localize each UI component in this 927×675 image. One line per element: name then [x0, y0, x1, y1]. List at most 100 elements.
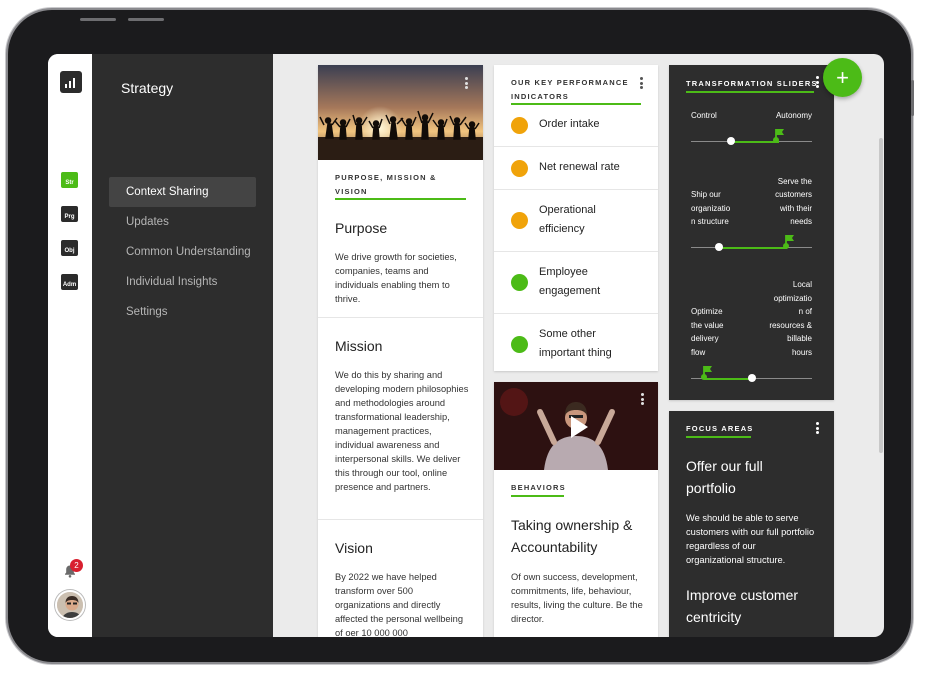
- section-title-vision: Vision: [335, 540, 373, 556]
- rail-item-strategy[interactable]: Str: [61, 172, 78, 188]
- avatar[interactable]: [55, 590, 85, 620]
- status-dot-icon: [511, 212, 528, 229]
- slider-left-label: organizatio: [691, 203, 731, 213]
- behavior-title: Accountability: [511, 539, 598, 555]
- label-underline: [335, 198, 466, 200]
- tablet-top-button: [128, 18, 164, 21]
- slider-left-label: Ship our: [691, 190, 721, 199]
- section-text-mission: We do this by sharing and developing mod…: [335, 370, 469, 492]
- label-underline: [686, 436, 751, 438]
- label-underline: [686, 91, 814, 93]
- section-title-mission: Mission: [335, 338, 383, 354]
- kpi-name: efficiency: [539, 223, 585, 235]
- tablet-top-button: [80, 18, 116, 21]
- slider-right-label: Serve the: [777, 177, 812, 186]
- slider-current-knob[interactable]: [715, 243, 723, 251]
- focus-area-title: Offer our full: [686, 458, 763, 474]
- slider-right-label: Local: [792, 280, 812, 289]
- add-button[interactable]: +: [823, 58, 862, 97]
- divider: [318, 317, 483, 318]
- sidebar-title: Strategy: [121, 80, 174, 96]
- card-label: BEHAVIORS: [511, 483, 566, 492]
- section-text-purpose: We drive growth for societies, companies…: [335, 252, 457, 304]
- label-underline: [511, 495, 564, 497]
- kpi-name: Operational: [539, 204, 596, 216]
- tablet-side-button: [911, 80, 914, 116]
- purpose-mission-vision-card: PURPOSE, MISSION & VISION Purpose We dri…: [318, 65, 483, 637]
- slider-right-label: hours: [791, 347, 812, 357]
- kpi-name: Some other: [539, 328, 596, 340]
- slider-left-label: the value: [691, 320, 724, 330]
- card-label: PURPOSE, MISSION & VISION: [335, 173, 437, 196]
- slider-right-label: customers: [775, 190, 812, 199]
- card-menu-icon[interactable]: [640, 393, 644, 405]
- behavior-text: Of own success, development, commitments…: [511, 572, 643, 624]
- card-menu-icon[interactable]: [815, 422, 819, 434]
- kpi-item[interactable]: Net renewal rate: [494, 147, 658, 190]
- play-icon[interactable]: [569, 415, 589, 439]
- status-dot-icon: [511, 117, 528, 134]
- slider-left-label: n structure: [691, 217, 729, 226]
- scrollbar[interactable]: [879, 138, 883, 453]
- kpi-item[interactable]: Some other important thing: [494, 314, 658, 371]
- kpi-name: engagement: [539, 285, 601, 297]
- behavior-title: Taking ownership &: [511, 517, 633, 533]
- section-text-vision: By 2022 we have helped transform over 50…: [335, 572, 464, 637]
- slider-left-label: flow: [691, 347, 706, 357]
- icon-rail: Str Prg Obj Adm 2: [48, 54, 92, 637]
- tablet-frame: Str Prg Obj Adm 2 Strategy Context Shari…: [8, 10, 914, 662]
- slider-range: [719, 246, 787, 249]
- card-menu-icon[interactable]: [815, 76, 819, 88]
- slider-left-label: delivery: [691, 334, 719, 343]
- target-flag-icon[interactable]: [700, 364, 714, 380]
- slider-left-label: Optimize: [691, 307, 723, 316]
- card-menu-icon[interactable]: [464, 77, 468, 89]
- rail-item-objectives[interactable]: Obj: [61, 240, 78, 256]
- transformation-sliders-card: TRANSFORMATION SLIDERS Control Autonomy …: [669, 65, 834, 400]
- focus-area-title: portfolio: [686, 480, 736, 496]
- notification-badge: 2: [70, 559, 83, 572]
- target-flag-icon[interactable]: [772, 127, 786, 143]
- slider-current-knob[interactable]: [748, 374, 756, 382]
- kpi-name: Employee: [539, 266, 588, 278]
- slider-right-label: with their: [779, 203, 812, 213]
- card-label: TRANSFORMATION SLIDERS: [686, 79, 818, 88]
- focus-area-title: centricity: [686, 609, 742, 625]
- rail-item-programs[interactable]: Prg: [61, 206, 78, 222]
- divider: [318, 519, 483, 520]
- focus-areas-card: FOCUS AREAS Offer our full portfolio We …: [669, 411, 834, 637]
- sidebar-item-context-sharing[interactable]: Context Sharing: [109, 177, 256, 207]
- kpi-name: important thing: [539, 347, 612, 359]
- sidebar-item-settings[interactable]: Settings: [109, 297, 256, 327]
- slider-right-label: resources &: [769, 320, 812, 330]
- kpi-item[interactable]: Employee engagement: [494, 252, 658, 314]
- status-dot-icon: [511, 160, 528, 177]
- slider-right-label: needs: [790, 217, 812, 226]
- focus-area-title: Improve customer: [686, 587, 799, 603]
- rail-item-admin[interactable]: Adm: [61, 274, 78, 290]
- behaviors-card: BEHAVIORS Taking ownership & Accountabil…: [494, 382, 658, 637]
- kpi-name: Order intake: [539, 118, 600, 130]
- status-dot-icon: [511, 336, 528, 353]
- card-label: OUR KEY PERFORMANCE INDICATORS: [511, 78, 629, 101]
- user-avatar-icon: [57, 592, 83, 618]
- section-title-purpose: Purpose: [335, 220, 388, 236]
- sunset-people-image: [318, 65, 483, 160]
- app-logo-icon[interactable]: [60, 71, 82, 93]
- kpi-item[interactable]: Operational efficiency: [494, 190, 658, 252]
- sidebar: Strategy Context Sharing Updates Common …: [92, 54, 273, 637]
- target-flag-icon[interactable]: [782, 233, 796, 249]
- slider-right-label: Autonomy: [775, 111, 812, 120]
- slider-left-label: Control: [691, 111, 717, 120]
- slider-right-label: billable: [787, 334, 812, 343]
- kpi-item[interactable]: Order intake: [494, 105, 658, 147]
- slider-current-knob[interactable]: [727, 137, 735, 145]
- slider-right-label: n of: [798, 307, 812, 316]
- sidebar-item-common-understanding[interactable]: Common Understanding: [109, 237, 256, 267]
- slider-right-label: optimizatio: [773, 293, 812, 303]
- kpi-name: Net renewal rate: [539, 161, 620, 173]
- app-screen: Str Prg Obj Adm 2 Strategy Context Shari…: [48, 54, 884, 637]
- kpi-card: OUR KEY PERFORMANCE INDICATORS Order int…: [494, 65, 658, 371]
- sidebar-item-individual-insights[interactable]: Individual Insights: [109, 267, 256, 297]
- sidebar-item-updates[interactable]: Updates: [109, 207, 256, 237]
